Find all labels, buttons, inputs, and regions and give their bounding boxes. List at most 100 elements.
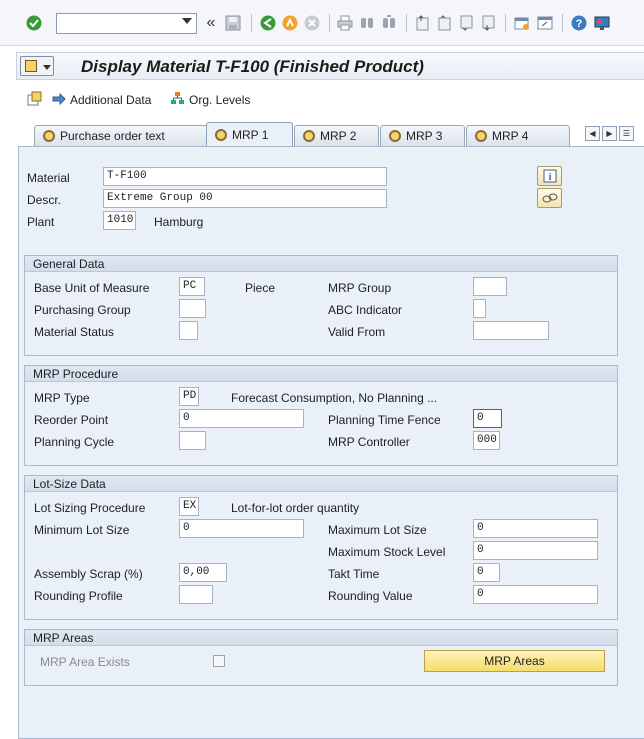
- cancel-icon[interactable]: [303, 14, 321, 32]
- general-data-header: General Data: [25, 256, 617, 272]
- tab-icon: [303, 130, 315, 142]
- additional-data-icon: [27, 91, 42, 109]
- svg-text:i: i: [548, 172, 551, 183]
- menu-icon[interactable]: [20, 56, 54, 76]
- mrp-areas-button[interactable]: MRP Areas: [424, 650, 605, 672]
- command-dropdown[interactable]: [182, 18, 192, 24]
- reorder-point-label: Reorder Point: [34, 413, 109, 427]
- svg-text:?: ?: [576, 18, 583, 30]
- org-levels-label: Org. Levels: [189, 92, 251, 107]
- additional-data-label: Additional Data: [70, 93, 152, 107]
- rounding-value-label: Rounding Value: [328, 589, 413, 603]
- minimum-lot-size-field[interactable]: 0: [179, 519, 304, 538]
- lot-sizing-procedure-field[interactable]: EX: [179, 497, 199, 516]
- shortcut-icon[interactable]: [536, 14, 554, 32]
- descr-label: Descr.: [27, 193, 62, 207]
- descr-field[interactable]: Extreme Group 00: [103, 189, 387, 208]
- enter-icon[interactable]: [25, 14, 43, 32]
- find-icon[interactable]: [358, 14, 376, 32]
- base-uom-field[interactable]: PC: [179, 277, 205, 296]
- page-title: Display Material T-F100 (Finished Produc…: [81, 57, 424, 76]
- back-nav-icon[interactable]: «: [202, 14, 220, 32]
- customize-layout-icon[interactable]: [593, 14, 611, 32]
- tab-scroll-right-icon[interactable]: ▶: [602, 126, 617, 141]
- material-field[interactable]: T-F100: [103, 167, 387, 186]
- purchasing-group-field[interactable]: [179, 299, 206, 318]
- mrp-group-field[interactable]: [473, 277, 507, 296]
- planning-cycle-field[interactable]: [179, 431, 206, 450]
- valid-from-field[interactable]: [473, 321, 549, 340]
- lot-size-header: Lot-Size Data: [25, 476, 617, 492]
- mrp-controller-label: MRP Controller: [328, 435, 410, 449]
- tab-list-icon[interactable]: ☰: [619, 126, 634, 141]
- tab-strip: Purchase order text MRP 2 MRP 3 MRP 4 MR…: [16, 122, 644, 146]
- material-status-field[interactable]: [179, 321, 198, 340]
- help-icon[interactable]: ?: [570, 14, 588, 32]
- assembly-scrap-field[interactable]: 0,00: [179, 563, 227, 582]
- tab-icon: [43, 130, 55, 142]
- maximum-stock-level-field[interactable]: 0: [473, 541, 598, 560]
- planning-time-fence-field[interactable]: 0: [473, 409, 502, 428]
- mrp-areas-header: MRP Areas: [25, 630, 617, 646]
- takt-time-label: Takt Time: [328, 567, 380, 581]
- tab-mrp-1[interactable]: MRP 1: [206, 122, 293, 146]
- mrp-type-text: Forecast Consumption, No Planning ...: [231, 391, 438, 405]
- back-icon[interactable]: [259, 14, 277, 32]
- mrp-controller-field[interactable]: 000: [473, 431, 500, 450]
- first-page-icon[interactable]: [413, 14, 431, 32]
- tab-icon: [475, 130, 487, 142]
- org-levels-button[interactable]: Org. Levels: [170, 91, 250, 108]
- lot-sizing-procedure-label: Lot Sizing Procedure: [34, 501, 146, 515]
- takt-time-field[interactable]: 0: [473, 563, 500, 582]
- next-page-icon[interactable]: [457, 14, 475, 32]
- mrp-type-field[interactable]: PD: [179, 387, 199, 406]
- rounding-profile-label: Rounding Profile: [34, 589, 123, 603]
- org-levels-icon: [170, 91, 185, 108]
- tab-scroll-left-icon[interactable]: ◀: [585, 126, 600, 141]
- command-field[interactable]: [56, 13, 197, 34]
- tab-mrp-3[interactable]: MRP 3: [380, 125, 465, 146]
- maximum-lot-size-label: Maximum Lot Size: [328, 523, 427, 537]
- planning-time-fence-label: Planning Time Fence: [328, 413, 441, 427]
- link-icon[interactable]: [537, 188, 562, 208]
- previous-page-icon[interactable]: [435, 14, 453, 32]
- reorder-point-field[interactable]: 0: [179, 409, 304, 428]
- plant-name: Hamburg: [154, 215, 204, 229]
- additional-data-button[interactable]: Additional Data: [27, 91, 151, 109]
- mrp-type-label: MRP Type: [34, 391, 90, 405]
- abc-indicator-label: ABC Indicator: [328, 303, 403, 317]
- base-uom-label: Base Unit of Measure: [34, 281, 150, 295]
- mrp-procedure-header: MRP Procedure: [25, 366, 617, 382]
- tab-icon: [215, 128, 227, 141]
- title-bar: Display Material T-F100 (Finished Produc…: [16, 52, 644, 80]
- mrp-procedure-group: MRP Procedure: [24, 365, 618, 466]
- plant-field[interactable]: 1010: [103, 211, 136, 230]
- create-session-icon[interactable]: [513, 14, 531, 32]
- planning-cycle-label: Planning Cycle: [34, 435, 115, 449]
- arrow-right-icon: [52, 92, 66, 108]
- exit-icon[interactable]: [281, 14, 299, 32]
- find-next-icon[interactable]: [380, 14, 398, 32]
- abc-indicator-field[interactable]: [473, 299, 486, 318]
- last-page-icon[interactable]: [479, 14, 497, 32]
- save-icon[interactable]: [224, 14, 242, 32]
- material-label: Material: [27, 171, 70, 185]
- minimum-lot-size-label: Minimum Lot Size: [34, 523, 130, 537]
- tab-mrp-4[interactable]: MRP 4: [466, 125, 570, 146]
- purchasing-group-label: Purchasing Group: [34, 303, 131, 317]
- mrp-area-exists-label: MRP Area Exists: [40, 655, 130, 669]
- mrp-area-exists-checkbox[interactable]: [213, 655, 225, 667]
- rounding-profile-field[interactable]: [179, 585, 213, 604]
- tab-mrp-2[interactable]: MRP 2: [294, 125, 379, 146]
- tab-icon: [389, 130, 401, 142]
- system-toolbar: « ?: [0, 0, 644, 46]
- rounding-value-field[interactable]: 0: [473, 585, 598, 604]
- valid-from-label: Valid From: [328, 325, 386, 339]
- maximum-lot-size-field[interactable]: 0: [473, 519, 598, 538]
- print-icon[interactable]: [336, 14, 354, 32]
- info-icon[interactable]: i: [537, 166, 562, 186]
- plant-label: Plant: [27, 215, 55, 229]
- tab-purchase-order-text[interactable]: Purchase order text: [34, 125, 209, 146]
- material-status-label: Material Status: [34, 325, 115, 339]
- lot-sizing-procedure-text: Lot-for-lot order quantity: [231, 501, 360, 515]
